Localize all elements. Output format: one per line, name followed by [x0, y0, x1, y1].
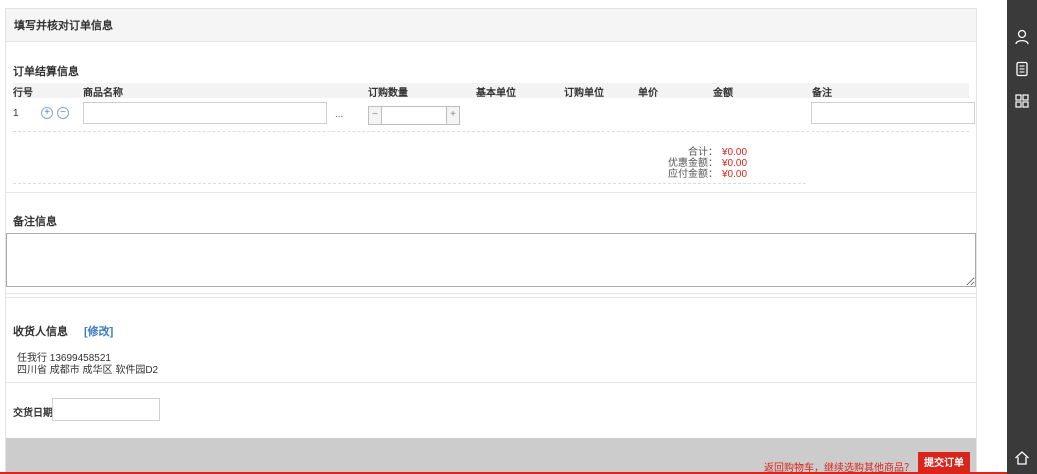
row-divider [13, 131, 969, 132]
product-name-input[interactable] [83, 102, 327, 124]
payable-row: 应付金额： ¥0.00 [646, 169, 756, 180]
qty-increase-button[interactable]: + [446, 107, 459, 124]
user-icon[interactable] [1014, 29, 1030, 45]
qty-input[interactable] [382, 107, 446, 124]
discount-label: 优惠金额： [668, 158, 718, 169]
total-label: 合计： [688, 147, 718, 158]
row-number: 1 [13, 108, 19, 119]
browse-product-button[interactable]: ... [335, 109, 343, 120]
remarks-section: 备注信息 [6, 194, 976, 294]
qty-decrease-button[interactable]: − [369, 107, 382, 124]
document-icon[interactable] [1014, 61, 1030, 77]
col-unit-price: 单价 [638, 88, 658, 99]
delivery-date-section: 交货日期 [6, 384, 976, 439]
home-icon[interactable] [1014, 450, 1030, 466]
discount-value: ¥0.00 [722, 158, 748, 169]
payable-value: ¥0.00 [722, 169, 748, 180]
order-table-header: 行号 商品名称 订购数量 基本单位 订购单位 单价 金额 备注 [13, 83, 969, 99]
modify-receiver-link[interactable]: [修改] [84, 323, 113, 339]
totals-block: 合计： ¥0.00 优惠金额： ¥0.00 应付金额： ¥0.00 [646, 147, 756, 180]
col-base-unit: 基本单位 [476, 88, 516, 99]
plus-circle-icon[interactable]: + [41, 107, 53, 119]
order-settlement-title: 订单结算信息 [13, 66, 79, 78]
col-amount: 金额 [713, 88, 733, 99]
payable-label: 应付金额： [668, 169, 718, 180]
receiver-title: 收货人信息 [13, 326, 68, 338]
header-bar: 填写并核对订单信息 [6, 9, 976, 42]
discount-row: 优惠金额： ¥0.00 [646, 158, 756, 169]
totals-divider [13, 183, 806, 184]
receiver-address: 四川省 成都市 成华区 软件园D2 [17, 365, 159, 376]
submit-order-button[interactable]: 提交订单 [918, 452, 970, 474]
col-order-qty: 订购数量 [368, 88, 408, 99]
order-settlement-section: 订单结算信息 行号 商品名称 订购数量 基本单位 订购单位 单价 金额 备注 1… [6, 43, 976, 193]
right-sidebar [1007, 0, 1037, 474]
delivery-date-input[interactable] [52, 398, 160, 421]
col-product-name: 商品名称 [83, 88, 123, 99]
remarks-title: 备注信息 [13, 216, 57, 228]
col-row-number: 行号 [13, 88, 33, 99]
col-order-unit: 订购单位 [564, 88, 604, 99]
bottom-action-bar: 返回购物车，继续选购其他商品？ 提交订单 [6, 438, 976, 474]
page-title: 填写并核对订单信息 [14, 20, 113, 32]
total-row: 合计： ¥0.00 [646, 147, 756, 158]
grid-icon[interactable] [1014, 93, 1030, 109]
order-form-panel: 填写并核对订单信息 订单结算信息 行号 商品名称 订购数量 基本单位 订购单位 … [5, 8, 977, 474]
remark-input[interactable] [811, 102, 975, 124]
col-remark: 备注 [812, 88, 832, 99]
remarks-textarea[interactable] [6, 233, 976, 287]
minus-circle-icon[interactable]: − [57, 107, 69, 119]
table-row: 1 + − ... − + [13, 101, 975, 127]
quantity-stepper: − + [368, 106, 460, 125]
total-value: ¥0.00 [722, 147, 748, 158]
delivery-date-label: 交货日期 [13, 408, 53, 419]
receiver-section: 收货人信息 [修改] 任我行 13699458521 四川省 成都市 成华区 软… [6, 297, 976, 383]
